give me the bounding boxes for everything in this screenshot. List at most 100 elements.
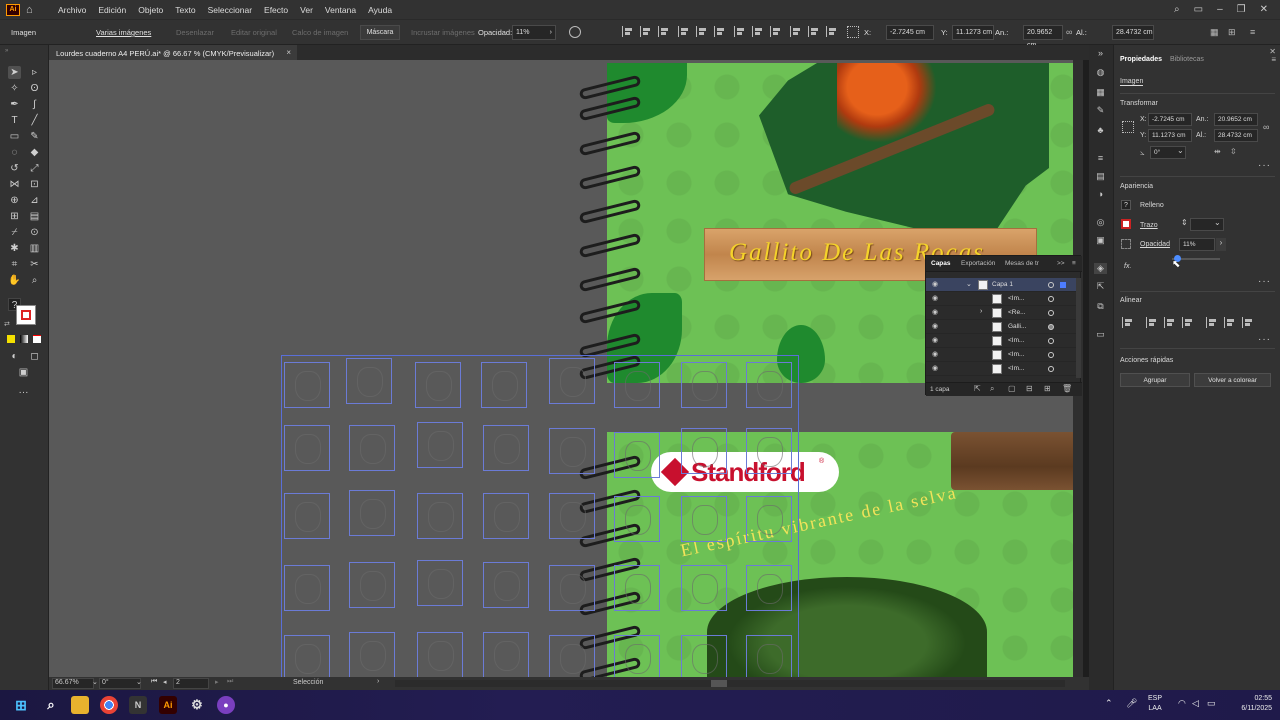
mask-button[interactable]: Máscara (360, 25, 400, 40)
align-hcenter-icon[interactable] (1164, 317, 1175, 328)
layer-row[interactable]: ◉ <Im... (926, 334, 1076, 348)
edit-original-button[interactable]: Editar original (231, 28, 277, 37)
tab-mesas[interactable]: Mesas de tr (1005, 260, 1039, 267)
align-hcenter-icon[interactable] (640, 26, 651, 37)
selection-tool-icon[interactable]: ➤ (8, 66, 21, 79)
multiple-images-link[interactable]: Varias imágenes (96, 28, 151, 37)
export-panel-icon[interactable]: ⇱ (1094, 281, 1107, 292)
transparency-panel-icon[interactable]: ◑ (1094, 189, 1107, 200)
tab-bibliotecas[interactable]: Bibliotecas (1170, 56, 1204, 63)
graph-tool-icon[interactable]: ▥ (28, 242, 41, 255)
fill-label[interactable]: Relleno (1140, 202, 1164, 209)
magic-wand-tool-icon[interactable]: ✧ (8, 82, 21, 95)
layer-row[interactable]: ◉ <Im... (926, 292, 1076, 306)
perspective-grid-tool-icon[interactable]: ⊿ (28, 194, 41, 207)
scale-tool-icon[interactable]: ⤢ (28, 162, 41, 175)
recolor-button[interactable]: Volver a colorear (1194, 373, 1271, 387)
chevron-down-icon[interactable]: ⌄ (966, 280, 972, 288)
artboards-panel-icon[interactable]: ⧉ (1094, 301, 1107, 312)
recolor-icon[interactable] (569, 26, 581, 38)
symbol-sprayer-tool-icon[interactable]: ✱ (8, 242, 21, 255)
swatches-panel-icon[interactable]: ▦ (1094, 87, 1107, 98)
visibility-eye-icon[interactable]: ◉ (932, 322, 938, 330)
group-button[interactable]: Agrupar (1120, 373, 1190, 387)
canvas[interactable]: Gallito De Las Rocas Standford ® El espí… (49, 60, 1073, 677)
target-circle-icon[interactable] (1048, 338, 1054, 344)
target-circle-icon[interactable] (1048, 324, 1054, 330)
width-tool-icon[interactable]: ⋈ (8, 178, 21, 191)
panel-collapse-icon[interactable]: » (5, 48, 8, 54)
file-explorer-icon[interactable] (71, 696, 89, 714)
delete-layer-icon[interactable]: 🗑 (1062, 384, 1072, 393)
brushes-panel-icon[interactable]: ✎ (1094, 105, 1107, 116)
rectangle-tool-icon[interactable]: ▭ (8, 130, 21, 143)
more-options-icon[interactable]: ··· (1258, 160, 1271, 171)
free-transform-tool-icon[interactable]: ⊡ (28, 178, 41, 191)
stroke-swatch[interactable] (16, 305, 36, 325)
first-artboard-icon[interactable]: ⏮ (151, 678, 157, 686)
status-menu-icon[interactable]: › (377, 678, 379, 685)
isolate-icon[interactable]: ⊞ (1228, 27, 1236, 38)
layer-name[interactable]: <Im... (1008, 351, 1024, 358)
reference-point-icon[interactable] (847, 26, 859, 38)
link-proportions-icon[interactable]: ∞ (1263, 122, 1269, 132)
align-right-icon[interactable] (658, 26, 669, 37)
visibility-eye-icon[interactable]: ◉ (932, 350, 938, 358)
layer-name[interactable]: <Im... (1008, 295, 1024, 302)
distribute-left-icon[interactable] (790, 26, 801, 37)
document-tab[interactable]: Lourdes cuaderno A4 PERÚ.ai* @ 66.67 % (… (49, 45, 297, 60)
gradient-panel-icon[interactable]: ▤ (1094, 171, 1107, 182)
width-input[interactable]: 20.9652 cm (1214, 113, 1258, 126)
target-circle-icon[interactable] (1048, 296, 1054, 302)
opacity-input[interactable]: 11% (1179, 238, 1215, 251)
stroke-swatch[interactable] (1121, 219, 1131, 229)
next-artboard-icon[interactable]: ▸ (215, 678, 219, 686)
last-artboard-icon[interactable]: ⏭ (227, 678, 233, 686)
unlink-button[interactable]: Desenlazar (176, 28, 214, 37)
chevron-right-icon[interactable]: › (1216, 238, 1226, 251)
minimize-icon[interactable]: – (1217, 4, 1223, 15)
layer-row[interactable]: ◉ › <Re... (926, 306, 1076, 320)
layer-row[interactable]: ◉ <Im... (926, 348, 1076, 362)
curvature-tool-icon[interactable]: ∫ (28, 98, 41, 111)
panel-menu-icon[interactable]: ≡ (1271, 55, 1276, 64)
expand-panels-icon[interactable]: >> (1057, 260, 1065, 267)
app-icon[interactable]: ● (217, 696, 235, 714)
direct-selection-tool-icon[interactable]: ▹ (28, 66, 41, 79)
align-vcenter-icon[interactable] (696, 26, 707, 37)
menu-efecto[interactable]: Efecto (258, 5, 294, 15)
chevron-down-icon[interactable]: ⌄ (136, 678, 142, 686)
screen-mode-icon[interactable]: ▣ (17, 366, 30, 379)
target-circle-icon[interactable] (1048, 310, 1054, 316)
close-tab-icon[interactable]: × (286, 48, 291, 57)
rotation-input[interactable]: 0° (99, 678, 141, 689)
menu-ayuda[interactable]: Ayuda (362, 5, 398, 15)
mesh-tool-icon[interactable]: ⊞ (8, 210, 21, 223)
illustrator-taskbar-icon[interactable]: Ai (159, 696, 177, 714)
chevron-down-icon[interactable]: ⌄ (92, 678, 98, 686)
zoom-tool-icon[interactable]: ⌕ (28, 274, 41, 287)
home-icon[interactable]: ⌂ (26, 4, 40, 16)
menu-ver[interactable]: Ver (294, 5, 319, 15)
width-input[interactable]: 20.9652 cm (1023, 25, 1063, 49)
notion-icon[interactable]: N (129, 696, 147, 714)
align-top-icon[interactable] (678, 26, 689, 37)
battery-icon[interactable]: ▭ (1207, 698, 1216, 708)
restore-icon[interactable]: ❐ (1237, 4, 1246, 15)
target-circle-icon[interactable] (1048, 352, 1054, 358)
layer-name[interactable]: <Im... (1008, 365, 1024, 372)
gradient-tool-icon[interactable]: ▤ (28, 210, 41, 223)
layers-scrollbar[interactable] (1076, 278, 1081, 378)
menu-archivo[interactable]: Archivo (52, 5, 92, 15)
x-input[interactable]: -2.7245 cm (886, 25, 934, 40)
search-icon[interactable]: ⌕ (1174, 4, 1180, 15)
stroke-panel-icon[interactable]: ≡ (1094, 153, 1107, 164)
layer-row[interactable]: ◉ <Im... (926, 362, 1076, 376)
embed-images-button[interactable]: Incrustar imágenes (411, 28, 475, 37)
flip-horizontal-icon[interactable]: ⇹ (1214, 147, 1221, 156)
distribute-right-icon[interactable] (826, 26, 837, 37)
collect-export-icon[interactable]: ⇱ (974, 384, 981, 393)
settings-icon[interactable]: ⚙ (188, 696, 206, 714)
locate-object-icon[interactable]: ⌕ (990, 384, 994, 394)
none-mode-icon[interactable] (33, 335, 41, 343)
